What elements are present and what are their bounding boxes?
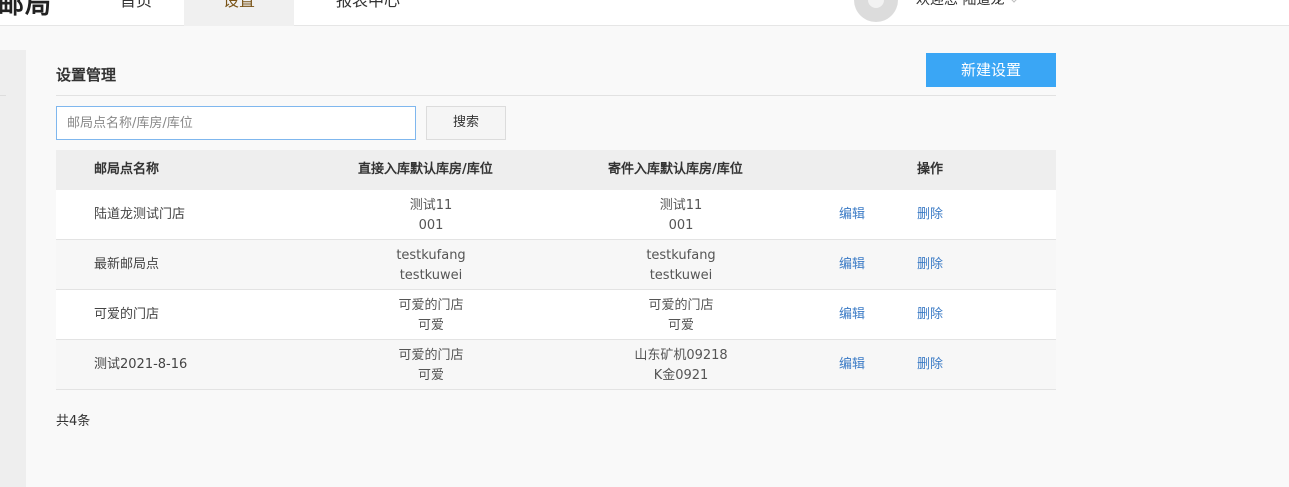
new-setting-button[interactable]: 新建设置 [926,53,1056,87]
mail-location: K金0921 [653,368,709,383]
brand-logo: 邮局 [0,0,53,20]
table-row: 最新邮局点 testkufang testkuwei testkufang test… [56,240,1056,290]
delete-link[interactable]: 删除 [917,190,943,240]
row-name: 陆道龙测试门店 [94,207,186,222]
column-header-name: 邮局点名称 [94,162,160,177]
mail-warehouse: 可爱的门店 [648,298,714,313]
avatar[interactable] [854,0,898,22]
delete-link[interactable]: 删除 [917,290,943,340]
direct-location: 可爱 [417,318,444,333]
row-mail: 可爱的门店 可爱 [581,296,781,336]
mail-warehouse: 测试11 [659,198,703,213]
sidebar [0,50,26,487]
row-name: 最新邮局点 [94,257,160,272]
delete-link[interactable]: 删除 [917,340,943,390]
row-direct: 测试11 001 [331,196,531,236]
total-count: 共4条 [56,414,91,429]
row-direct: 可爱的门店 可爱 [331,346,531,386]
edit-link[interactable]: 编辑 [839,240,865,290]
mail-location: 001 [668,218,694,233]
row-direct: testkufang testkuwei [331,246,531,286]
page-title: 设置管理 [56,66,117,84]
mail-warehouse: 山东矿机09218 [634,348,728,363]
mail-location: 可爱 [667,318,694,333]
search-input[interactable] [56,106,416,140]
table-row: 可爱的门店 可爱的门店可爱 可爱的门店可爱 编辑 删除 [56,290,1056,340]
welcome-text: 欢迎您 陆道龙 [916,0,1005,8]
title-divider [56,95,1056,96]
edit-link[interactable]: 编辑 [839,340,865,390]
direct-warehouse: 可爱的门店 [398,348,464,363]
row-mail: 山东矿机09218 K金0921 [581,346,781,386]
sidebar-divider [0,95,6,96]
direct-location: testkuwei [399,268,463,283]
direct-location: 001 [418,218,444,233]
nav-tab-settings[interactable]: 设置 [184,0,294,26]
table-header: 邮局点名称 直接入库默认库房/库位 寄件入库默认库房/库位 操作 [56,150,1056,190]
row-direct: 可爱的门店 可爱 [331,296,531,336]
row-mail: testkufang testkuwei [581,246,781,286]
direct-warehouse: testkufang [396,248,466,263]
mail-warehouse: testkufang [646,248,716,263]
settings-table: 邮局点名称 直接入库默认库房/库位 寄件入库默认库房/库位 操作 陆道龙测试门店… [56,150,1056,390]
column-header-mail: 寄件入库默认库房/库位 [608,162,743,177]
direct-location: 可爱 [417,368,444,383]
search-button[interactable]: 搜索 [426,106,506,140]
edit-link[interactable]: 编辑 [839,190,865,240]
direct-warehouse: 测试11 [409,198,453,213]
user-menu[interactable]: 欢迎您 陆道龙 [916,0,1021,10]
table-row: 陆道龙测试门店 测试11 001 测试11 001 编辑 删除 [56,190,1056,240]
edit-link[interactable]: 编辑 [839,290,865,340]
column-header-direct: 直接入库默认库房/库位 [358,162,493,177]
nav-tab-reports[interactable]: 报表中心 [318,0,418,26]
direct-warehouse: 可爱的门店 [398,298,464,313]
avatar-head-icon [868,0,884,8]
nav-tab-home[interactable]: 首页 [96,0,176,26]
table-row: 测试2021-8-16 可爱的门店可爱 山东矿机09218 K金0921 编辑 删… [56,340,1056,390]
top-nav-bar: 邮局 首页 设置 报表中心 欢迎您 陆道龙 [0,0,1289,26]
mail-location: testkuwei [649,268,713,283]
row-mail: 测试11 001 [581,196,781,236]
chevron-down-icon [1008,0,1021,3]
row-name: 可爱的门店 [94,307,160,322]
column-header-actions: 操作 [917,162,944,177]
row-name: 测试2021-8-16 [94,357,188,372]
delete-link[interactable]: 删除 [917,240,943,290]
